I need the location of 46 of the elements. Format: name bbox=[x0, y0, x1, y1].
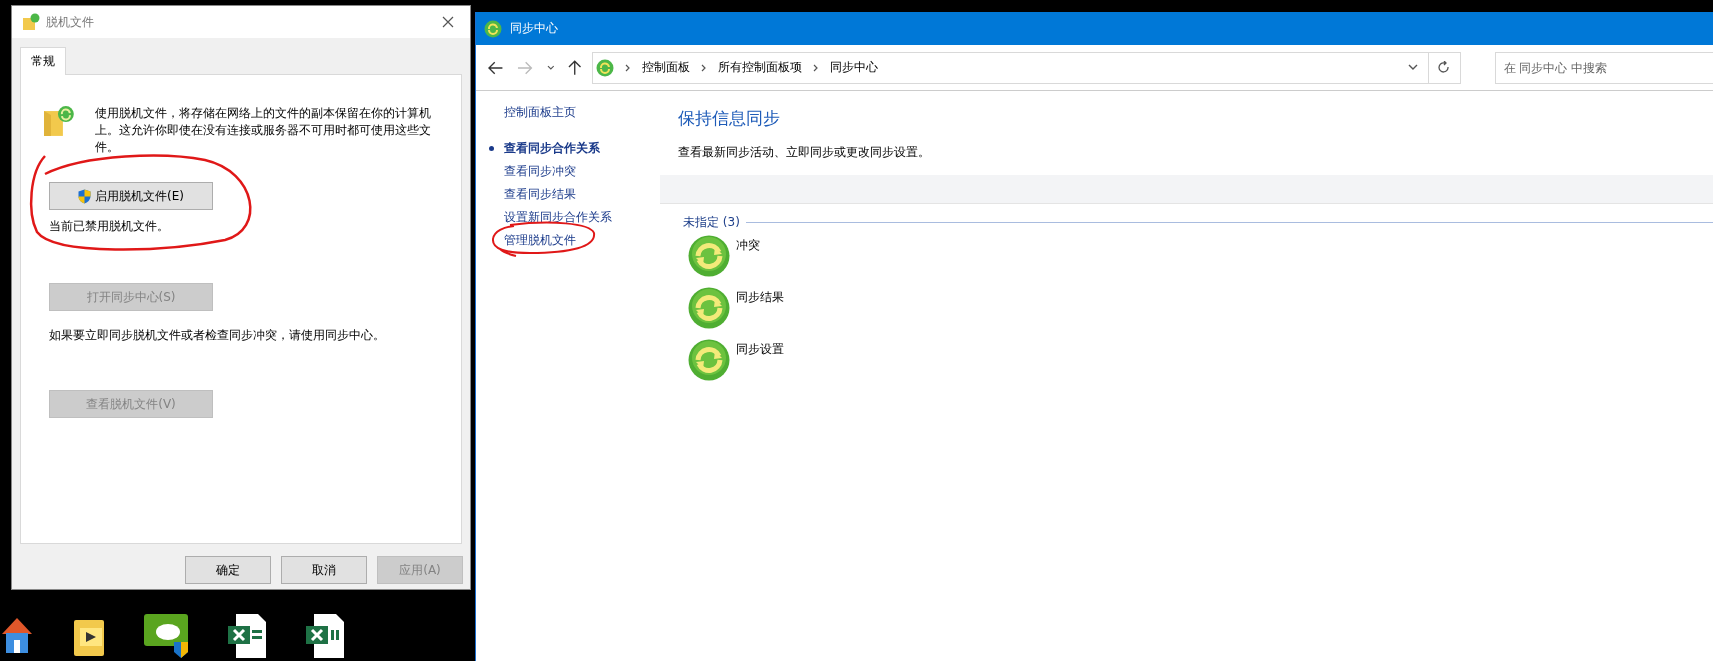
chevron-right-icon bbox=[624, 63, 631, 72]
cloud-monitor-icon[interactable] bbox=[144, 612, 190, 658]
sync-icon[interactable] bbox=[688, 235, 730, 277]
sidebar-link[interactable]: 查看同步合作关系 bbox=[504, 140, 600, 157]
sidebar-link[interactable]: 管理脱机文件 bbox=[504, 232, 576, 249]
breadcrumb-item[interactable]: 所有控制面板项 bbox=[717, 59, 802, 76]
sync-hint-text: 如果要立即同步脱机文件或者检查同步冲突，请使用同步中心。 bbox=[49, 327, 386, 344]
tab[interactable]: 常规 bbox=[20, 47, 66, 75]
address-bar[interactable]: 控制面板 所有控制面板项 同步中心 bbox=[591, 51, 1429, 84]
page-heading: 保持信息同步 bbox=[678, 107, 781, 130]
sync-item-label[interactable]: 同步设置 bbox=[736, 341, 784, 358]
back-arrow-icon[interactable] bbox=[488, 60, 504, 75]
spreadsheet-icon[interactable] bbox=[306, 612, 346, 658]
sync-icon bbox=[484, 19, 502, 38]
sync-icon bbox=[595, 58, 614, 77]
search-field[interactable]: 在 同步中心 中搜索 bbox=[1494, 51, 1713, 84]
sync-icon[interactable] bbox=[688, 287, 730, 329]
spreadsheet-icon[interactable] bbox=[228, 612, 268, 658]
chevron-down-icon[interactable] bbox=[1407, 64, 1418, 71]
dialog-button[interactable]: 取消 bbox=[281, 556, 367, 584]
group-header[interactable]: 未指定 (3) bbox=[683, 214, 740, 231]
window-title: 同步中心 bbox=[510, 20, 558, 37]
window-title: 脱机文件 bbox=[46, 13, 94, 31]
page-subtitle: 查看最新同步活动、立即同步或更改同步设置。 bbox=[678, 144, 931, 161]
refresh-icon bbox=[1438, 61, 1451, 74]
refresh-button[interactable] bbox=[1427, 51, 1461, 84]
up-arrow-icon[interactable] bbox=[568, 59, 582, 76]
enable-offline-files-button[interactable]: 启用脱机文件(E) bbox=[49, 182, 213, 210]
sync-item-label[interactable]: 同步结果 bbox=[736, 289, 784, 306]
shield-icon bbox=[78, 188, 91, 204]
breadcrumb-item[interactable]: 控制面板 bbox=[641, 59, 690, 76]
sidebar-link[interactable]: 查看同步结果 bbox=[504, 186, 576, 203]
close-icon[interactable] bbox=[442, 16, 454, 28]
sync-item-label[interactable]: 冲突 bbox=[736, 237, 760, 254]
bullet-icon bbox=[489, 146, 494, 151]
status-text: 当前已禁用脱机文件。 bbox=[49, 218, 170, 235]
chevron-right-icon bbox=[812, 63, 819, 72]
sidebar-link[interactable]: 查看同步冲突 bbox=[504, 163, 576, 180]
folder-sync-icon bbox=[22, 13, 40, 31]
description-text: 使用脱机文件，将存储在网络上的文件的副本保留在你的计算机上。这允许你即使在没有连接或服务器不可用时都可使用这些文件。 bbox=[94, 105, 432, 156]
chevron-right-icon bbox=[700, 63, 707, 72]
chevron-down-icon[interactable] bbox=[546, 64, 555, 71]
breadcrumb-item[interactable]: 同步中心 bbox=[829, 59, 878, 76]
sync-icon[interactable] bbox=[688, 339, 730, 381]
sidebar-link[interactable]: 控制面板主页 bbox=[504, 104, 576, 121]
dialog-button[interactable]: 确定 bbox=[185, 556, 271, 584]
